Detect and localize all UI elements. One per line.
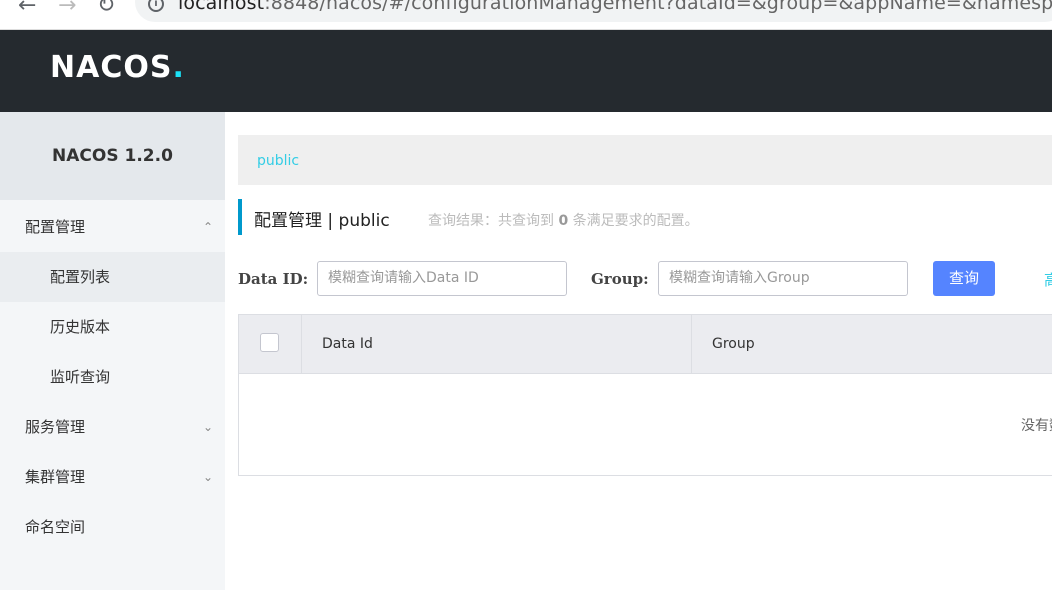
sidebar-item-listener-query[interactable]: 监听查询	[0, 352, 225, 402]
select-all-cell	[239, 315, 302, 373]
sidebar-item-config-management[interactable]: 配置管理 ⌃	[0, 202, 225, 252]
sidebar-item-label: 监听查询	[50, 368, 111, 386]
namespace-public-link[interactable]: public	[257, 153, 299, 169]
chevron-down-icon: ⌄	[202, 420, 213, 434]
result-suffix: 条满足要求的配置。	[568, 213, 699, 229]
sidebar-item-label: 服务管理	[25, 418, 86, 436]
back-icon[interactable]: ←	[18, 0, 36, 17]
sidebar-item-label: 历史版本	[50, 318, 111, 336]
namespace-bar: public	[238, 135, 1052, 185]
sidebar: NACOS 1.2.0 配置管理 ⌃ 配置列表 历史版本 监听查询 服务管理 ⌄…	[0, 112, 225, 590]
sidebar-item-service-management[interactable]: 服务管理 ⌄	[0, 402, 225, 452]
logo-dot: .	[172, 50, 185, 85]
dataid-label: Data ID:	[238, 270, 309, 288]
query-result-summary: 查询结果：共查询到 0 条满足要求的配置。	[428, 210, 699, 230]
url-host: localhost	[178, 0, 265, 14]
browser-toolbar: ← → ↻ i localhost:8848/nacos/#/configura…	[0, 0, 1052, 30]
chevron-up-icon: ⌃	[202, 220, 213, 234]
sidebar-item-label: 配置列表	[50, 268, 111, 286]
logo-text: NACOS	[50, 50, 173, 85]
column-header-dataid[interactable]: Data Id	[302, 315, 692, 373]
chevron-down-icon: ⌄	[202, 470, 213, 484]
page-title: 配置管理 | public	[254, 211, 390, 231]
dataid-search-input[interactable]: 模糊查询请输入Data ID	[317, 261, 567, 296]
query-button[interactable]: 查询	[933, 261, 995, 296]
url-path: :8848/nacos/#/configurationManagement?da…	[264, 0, 1052, 14]
sidebar-item-cluster-management[interactable]: 集群管理 ⌄	[0, 452, 225, 502]
config-table: Data Id Group 没有数据	[238, 314, 1052, 476]
advanced-query-link[interactable]: 高	[1044, 269, 1052, 290]
title-accent-bar	[238, 199, 242, 235]
result-count: 0	[558, 213, 569, 229]
sidebar-item-label: 集群管理	[25, 468, 86, 486]
url-text[interactable]: localhost:8848/nacos/#/configurationMana…	[178, 0, 1052, 14]
sidebar-item-config-list[interactable]: 配置列表	[0, 252, 225, 302]
app-header: NACOS.	[0, 30, 1052, 112]
select-all-checkbox[interactable]	[260, 333, 279, 352]
forward-icon[interactable]: →	[58, 0, 76, 17]
sidebar-item-label: 命名空间	[25, 518, 86, 536]
sidebar-item-namespace[interactable]: 命名空间	[0, 502, 225, 552]
table-header: Data Id Group	[239, 315, 1052, 374]
group-search-input[interactable]: 模糊查询请输入Group	[658, 261, 908, 296]
sidebar-item-label: 配置管理	[25, 218, 86, 236]
sidebar-version-title: NACOS 1.2.0	[0, 112, 225, 200]
sidebar-item-history[interactable]: 历史版本	[0, 302, 225, 352]
result-prefix: 查询结果：共查询到	[428, 213, 559, 229]
empty-table-message: 没有数据	[1021, 418, 1052, 434]
column-header-group[interactable]: Group	[692, 315, 755, 373]
reload-icon[interactable]: ↻	[97, 0, 115, 17]
group-label: Group:	[591, 270, 649, 288]
nacos-logo[interactable]: NACOS.	[50, 50, 185, 85]
